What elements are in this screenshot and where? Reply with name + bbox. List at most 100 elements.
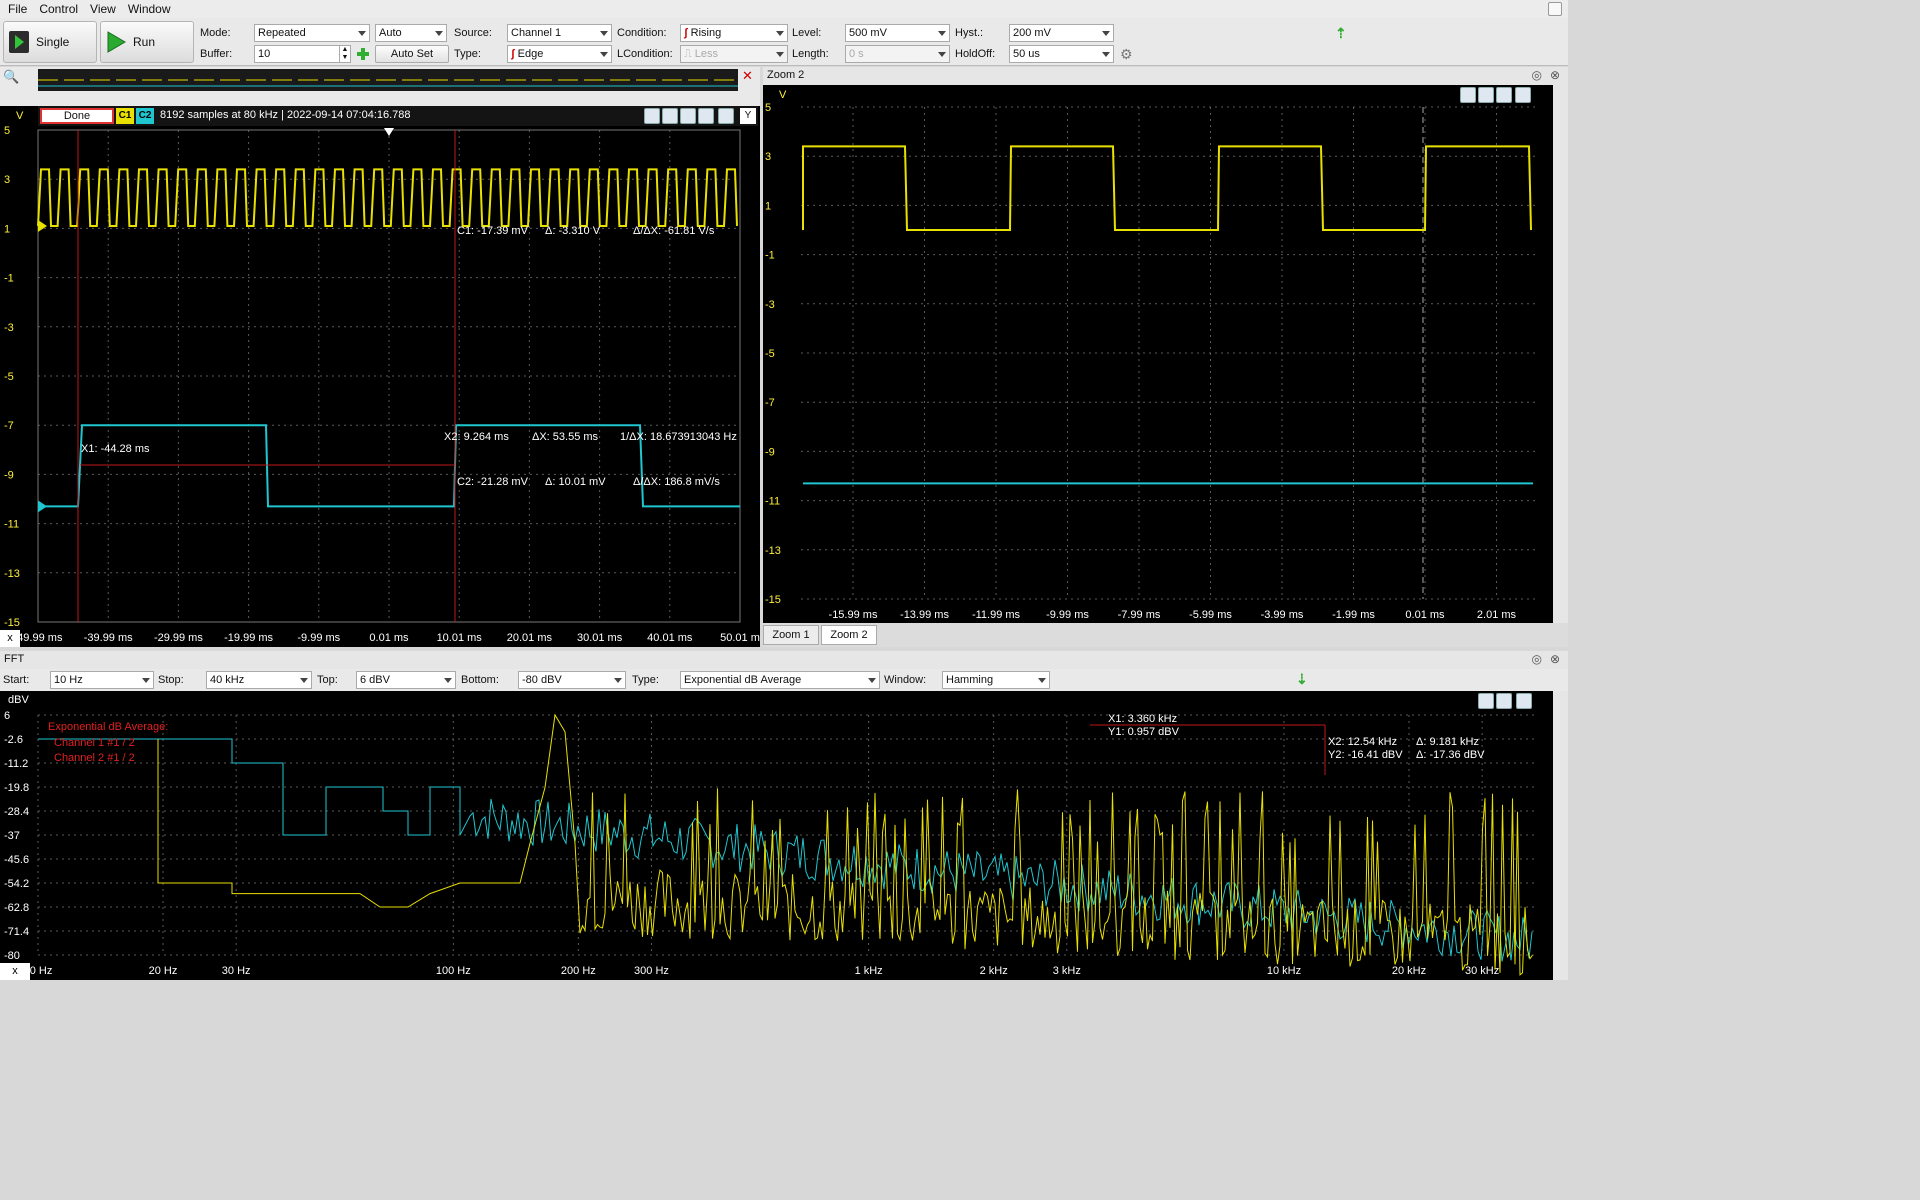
- y-tick-label: -71.4: [4, 926, 29, 938]
- edge-icon: ʃ: [511, 48, 515, 60]
- mode-label: Mode:: [200, 27, 231, 39]
- y-tick-label: -9: [4, 469, 14, 481]
- tab-zoom-1[interactable]: Zoom 1: [763, 625, 819, 645]
- channel-1-trace: [37, 168, 738, 227]
- holdoff-label: HoldOff:: [955, 48, 996, 60]
- fft-y1-readout: Y1: 0.957 dBV: [1108, 726, 1180, 738]
- tab-zoom-2[interactable]: Zoom 2: [821, 625, 877, 645]
- zoom2-title: Zoom 2: [767, 69, 805, 81]
- menu-file[interactable]: File: [8, 2, 27, 16]
- fft-channel-2-trace: [38, 738, 1533, 962]
- fft-legend-channel-1: Channel 1 #1 / 2: [54, 737, 135, 749]
- undock-icon[interactable]: ◎: [1532, 652, 1542, 666]
- fft-channel-1-trace: [157, 713, 1533, 976]
- fft-top-label: Top:: [317, 674, 338, 686]
- overview-strip[interactable]: [38, 69, 738, 91]
- holdoff-field[interactable]: 50 us: [1009, 45, 1114, 63]
- gear-icon[interactable]: ⚙: [1120, 46, 1133, 63]
- x-tick-label: -3.99 ms: [1261, 609, 1304, 621]
- x-tick-label: -9.99 ms: [297, 632, 340, 644]
- scope-overview-bar: 🔍 ✕: [0, 67, 760, 106]
- x-axis-button[interactable]: x: [0, 630, 20, 647]
- zoom-magnifier-icon[interactable]: 🔍: [3, 69, 19, 85]
- source-select[interactable]: Channel 1: [507, 24, 612, 42]
- fft-window-select[interactable]: Hamming: [942, 671, 1050, 689]
- x-tick-label: -5.99 ms: [1189, 609, 1232, 621]
- buffer-stepper[interactable]: ▲ ▼: [339, 45, 351, 63]
- single-button[interactable]: Single: [3, 21, 97, 63]
- y-tick-label: -45.6: [4, 854, 29, 866]
- x-tick-label: 100 Hz: [436, 965, 471, 977]
- y-tick-label: -3: [765, 299, 775, 311]
- fft-titlebar: FFT ◎ ⊗: [0, 651, 1568, 669]
- close-icon[interactable]: ⊗: [1550, 68, 1560, 82]
- fft-toolbar: Start: 10 Hz Stop: 40 kHz Top: 6 dBV Bot…: [0, 669, 1568, 691]
- run-button[interactable]: Run: [100, 21, 194, 63]
- y-tick-label: -11: [765, 496, 780, 508]
- level-field[interactable]: 500 mV: [845, 24, 950, 42]
- hyst-label: Hyst.:: [955, 27, 984, 39]
- menu-bar: File Control View Window: [0, 0, 1568, 18]
- c2-slope-readout: Δ/ΔX: 186.8 mV/s: [633, 476, 720, 488]
- zoom-side-gutter: [1553, 85, 1568, 623]
- x-tick-label: 0.01 ms: [369, 632, 409, 644]
- x-tick-label: 2.01 ms: [1477, 609, 1517, 621]
- fft-stop-field[interactable]: 40 kHz: [206, 671, 312, 689]
- add-icon[interactable]: [356, 47, 370, 61]
- scope-plot[interactable]: 5 3 1 -1 -3 -5 -7 -9 -11 -13 -15 -49.99 ms -39.99 ms…: [0, 106, 760, 647]
- menu-window[interactable]: Window: [128, 2, 171, 16]
- fft-start-field[interactable]: 10 Hz: [50, 671, 154, 689]
- close-icon[interactable]: ⊗: [1550, 652, 1560, 666]
- mode-select[interactable]: Repeated: [254, 24, 370, 42]
- lcondition-select[interactable]: ⎍ Less: [680, 45, 788, 63]
- fft-top-field[interactable]: 6 dBV: [356, 671, 456, 689]
- y-tick-label: 1: [4, 223, 10, 235]
- fft-plot[interactable]: 6 -2.6 -11.2 -19.8 -28.4 -37 -45.6 -54.2 -62.8 -7…: [0, 691, 1553, 980]
- fft-x1-readout: X1: 3.360 kHz: [1108, 713, 1177, 725]
- y-tick-label: 5: [4, 125, 10, 137]
- zoom2-titlebar: Zoom 2 ◎ ⊗: [763, 67, 1568, 85]
- fft-bottom-field[interactable]: -80 dBV: [518, 671, 626, 689]
- x-tick-label: 50.01 m: [720, 632, 760, 644]
- y-tick-label: 3: [765, 151, 771, 163]
- type-select[interactable]: ʃ Edge: [507, 45, 612, 63]
- condition-label: Condition:: [617, 27, 667, 39]
- close-icon[interactable]: ✕: [742, 68, 753, 84]
- arrow-down-icon[interactable]: ⇣: [1296, 671, 1308, 688]
- buffer-field[interactable]: 10: [254, 45, 350, 63]
- window-restore-button[interactable]: [1548, 2, 1562, 16]
- y-tick-label: -37: [4, 830, 20, 842]
- undock-icon[interactable]: ◎: [1532, 68, 1542, 82]
- fft-stop-label: Stop:: [158, 674, 184, 686]
- hyst-field[interactable]: 200 mV: [1009, 24, 1114, 42]
- menu-view[interactable]: View: [90, 2, 116, 16]
- c2-readout: C2: -21.28 mV: [457, 476, 529, 488]
- y-tick-label: -13: [765, 545, 781, 557]
- x-tick-label: -13.99 ms: [900, 609, 949, 621]
- trigger-marker: [384, 128, 394, 136]
- arrow-up-icon[interactable]: ⇡: [1335, 25, 1347, 42]
- x-tick-label: 40.01 ms: [647, 632, 693, 644]
- fft-dx-readout: Δ: 9.181 kHz: [1416, 736, 1479, 748]
- y-tick-label: -62.8: [4, 902, 29, 914]
- zoom2-plot-panel: V 5 3 1 -1 -3 -5 -7 -9 -11 -13 -15 -15.99 ms -13.99 …: [763, 85, 1553, 623]
- zoom2-plot[interactable]: 5 3 1 -1 -3 -5 -7 -9 -11 -13 -15 -15.99 ms -13.99 ms…: [763, 85, 1553, 623]
- y-tick-label: -9: [765, 446, 775, 458]
- fft-x-axis-button[interactable]: x: [0, 963, 30, 980]
- fft-legend-channel-2: Channel 2 #1 / 2: [54, 752, 135, 764]
- length-field[interactable]: 0 s: [845, 45, 950, 63]
- y-tick-label: -5: [765, 348, 775, 360]
- x-tick-label: 10 kHz: [1267, 965, 1301, 977]
- c1-readout: C1: -17.39 mV: [457, 225, 529, 237]
- mode-auto-select[interactable]: Auto: [375, 24, 447, 42]
- fft-plot-panel: dBV 6 -2.6 -11.2 -19.8 -28.4 -37 -45.6 -54.2 -62…: [0, 691, 1553, 980]
- x-tick-label: 30 kHz: [1465, 965, 1499, 977]
- condition-select[interactable]: ʃ Rising: [680, 24, 788, 42]
- single-icon: [9, 31, 29, 53]
- menu-control[interactable]: Control: [39, 2, 78, 16]
- auto-set-button[interactable]: Auto Set: [375, 45, 449, 63]
- fft-x2-readout: X2: 12.54 kHz: [1328, 736, 1397, 748]
- fft-type-select[interactable]: Exponential dB Average: [680, 671, 880, 689]
- x-tick-label: 1 kHz: [855, 965, 883, 977]
- single-label: Single: [36, 35, 70, 49]
